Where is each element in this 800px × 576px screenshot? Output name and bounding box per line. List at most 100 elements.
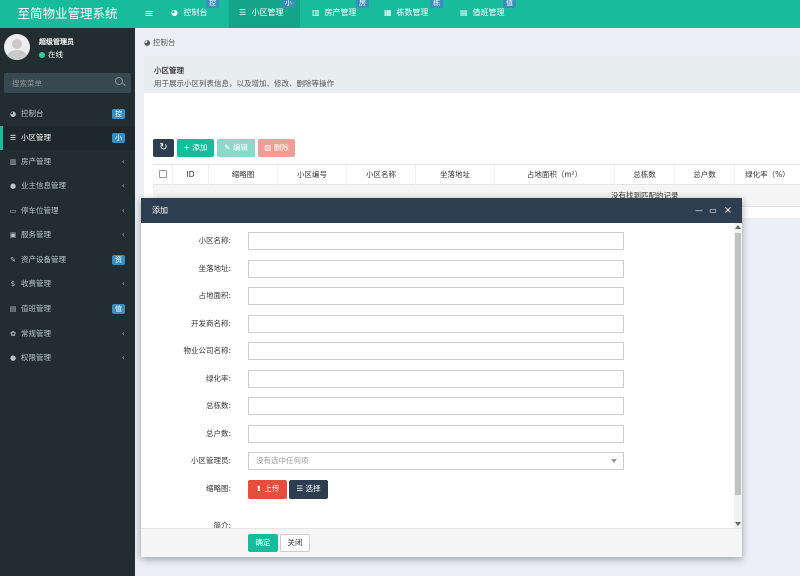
sidebar-item-permissions[interactable]: ● 权限管理 ‹	[0, 346, 135, 370]
field-label: 绿化率:	[205, 374, 231, 383]
sidebar-item-community[interactable]: ☰ 小区管理 小	[0, 126, 135, 150]
tab-badge: 值	[503, 0, 516, 8]
sidebar-item-property[interactable]: ▥ 房产管理 ‹	[0, 150, 135, 174]
column-header[interactable]: 绿化率（%）	[735, 165, 800, 185]
caret-down-icon	[611, 459, 617, 463]
sidebar-item-dashboard[interactable]: ◕ 控制台 控	[0, 102, 135, 126]
add-button[interactable]: + 添加	[177, 139, 214, 157]
sidebar-badge: 值	[112, 304, 125, 314]
dialog-scrollbar[interactable]	[734, 223, 742, 528]
search-icon[interactable]	[115, 77, 123, 85]
chevron-left-icon: ‹	[121, 353, 125, 362]
sidebar-search	[4, 73, 131, 93]
dialog-header[interactable]: 添加 — ▭ ×	[141, 198, 742, 223]
greening-rate-field	[248, 370, 624, 388]
address-input[interactable]	[256, 261, 623, 277]
close-button[interactable]: 关闭	[280, 534, 310, 552]
manager-select[interactable]: 没有选中任何项	[248, 452, 624, 470]
column-header[interactable]: ID	[173, 165, 209, 185]
scroll-up-icon[interactable]	[735, 225, 741, 229]
name-input[interactable]	[256, 233, 623, 249]
sidebar-item-label: 值班管理	[21, 304, 51, 313]
user-status: 在线	[39, 49, 63, 60]
column-header[interactable]: 小区名称	[347, 165, 416, 185]
column-header[interactable]: 占地面积（m²）	[495, 165, 615, 185]
field-label: 开发商名称:	[190, 319, 231, 328]
tab-duty[interactable]: ▤ 值班管理 值	[450, 0, 520, 28]
menu-toggle-icon[interactable]: ≡	[139, 0, 159, 28]
tab-label: 房产管理	[324, 8, 357, 17]
tab-buildings[interactable]: ▦ 栋数管理 栋	[374, 0, 448, 28]
briefcase-icon: ▣	[9, 231, 17, 239]
sidebar-badge: 资	[112, 255, 125, 265]
field-label: 小区名称:	[198, 236, 231, 245]
sidebar-badge: 小	[112, 133, 125, 143]
sidebar-item-label: 收费管理	[21, 279, 51, 288]
avatar[interactable]	[4, 34, 30, 60]
sidebar-item-assets[interactable]: ✎ 资产设备管理 资	[0, 248, 135, 272]
greening-rate-input[interactable]	[256, 371, 623, 387]
tab-badge: 房	[356, 0, 369, 8]
sidebar-item-fees[interactable]: $ 收费管理 ‹	[0, 272, 135, 296]
field-label: 物业公司名称:	[183, 346, 231, 355]
breadcrumb-item[interactable]: 控制台	[153, 38, 176, 47]
tab-label: 值班管理	[472, 8, 505, 17]
sidebar-item-parking[interactable]: ▭ 停车位管理 ‹	[0, 199, 135, 223]
column-header[interactable]: 总户数	[675, 165, 735, 185]
sidebar-item-label: 权限管理	[21, 353, 51, 362]
dialog-footer: 确定 关闭	[141, 528, 742, 557]
tab-badge: 控	[206, 0, 219, 8]
refresh-button[interactable]: ↻	[153, 139, 174, 157]
column-header[interactable]: 坐落地址	[416, 165, 495, 185]
dialog-title: 添加	[152, 206, 168, 215]
panel-description: 用于展示小区列表信息，以及增加、修改、删除等操作	[154, 79, 334, 88]
confirm-button[interactable]: 确定	[248, 534, 278, 552]
sidebar-item-duty[interactable]: ▤ 值班管理 值	[0, 297, 135, 321]
households-count-input[interactable]	[256, 426, 623, 442]
buildings-count-input[interactable]	[256, 398, 623, 414]
app-title[interactable]: 至简物业管理系统	[0, 0, 135, 28]
sidebar-item-label: 房产管理	[21, 157, 51, 166]
column-header[interactable]: 小区编号	[278, 165, 347, 185]
community-panel: 小区管理 用于展示小区列表信息，以及增加、修改、删除等操作 ↻ + 添加 ✎ 编…	[144, 56, 800, 218]
households-count-field	[248, 425, 624, 443]
close-icon[interactable]: ×	[722, 198, 734, 223]
grid-icon: ▦	[384, 8, 392, 17]
buildings-count-field	[248, 397, 624, 415]
developer-input[interactable]	[256, 316, 623, 332]
column-header[interactable]: 缩略图	[209, 165, 278, 185]
area-input[interactable]	[256, 288, 623, 304]
sidebar-item-label: 停车位管理	[21, 206, 59, 215]
sidebar-item-general[interactable]: ✿ 常规管理 ‹	[0, 322, 135, 346]
dialog-body: 小区名称: 坐落地址: 占地面积: 开发商名称: 物业公司名称: 绿化率: 总栋…	[141, 223, 735, 528]
sidebar: 超级管理员 在线 ◕ 控制台 控 ☰ 小区管理 小 ▥ 房产管理 ‹ ● 业主信…	[0, 28, 135, 576]
field-label: 简介:	[213, 521, 231, 528]
list-icon: ☰	[9, 134, 17, 142]
delete-button[interactable]: ▥ 删除	[258, 139, 295, 157]
upload-button[interactable]: ⬆ 上传	[248, 480, 287, 499]
maximize-icon[interactable]: ▭	[707, 198, 719, 223]
sidebar-item-owners[interactable]: ● 业主信息管理 ‹	[0, 174, 135, 198]
scroll-down-icon[interactable]	[735, 522, 741, 526]
sidebar-item-label: 服务管理	[21, 230, 51, 239]
edit-button[interactable]: ✎ 编辑	[217, 139, 255, 157]
chevron-left-icon: ‹	[121, 230, 125, 239]
select-all-checkbox[interactable]	[158, 170, 167, 178]
panel-header: 小区管理 用于展示小区列表信息，以及增加、修改、删除等操作	[144, 56, 800, 93]
sidebar-item-service[interactable]: ▣ 服务管理 ‹	[0, 223, 135, 247]
tab-property[interactable]: ▥ 房产管理 房	[302, 0, 372, 28]
breadcrumb: ◕ 控制台	[144, 37, 175, 48]
property-company-input[interactable]	[256, 343, 623, 359]
tab-dashboard[interactable]: ◕ 控制台 控	[161, 0, 227, 28]
column-header[interactable]: 总栋数	[615, 165, 675, 185]
sidebar-item-label: 小区管理	[21, 133, 51, 142]
building-icon: ▥	[312, 8, 320, 17]
choose-button[interactable]: ☰ 选择	[289, 480, 328, 499]
add-dialog: 添加 — ▭ × 小区名称: 坐落地址: 占地面积: 开发商名称: 物业公司名称…	[141, 198, 742, 557]
minimize-icon[interactable]: —	[693, 198, 705, 223]
online-dot-icon	[39, 52, 45, 58]
tab-community[interactable]: ☰ 小区管理 小	[229, 0, 300, 28]
scroll-thumb[interactable]	[735, 233, 741, 495]
developer-field	[248, 315, 624, 333]
search-input[interactable]	[4, 73, 109, 93]
